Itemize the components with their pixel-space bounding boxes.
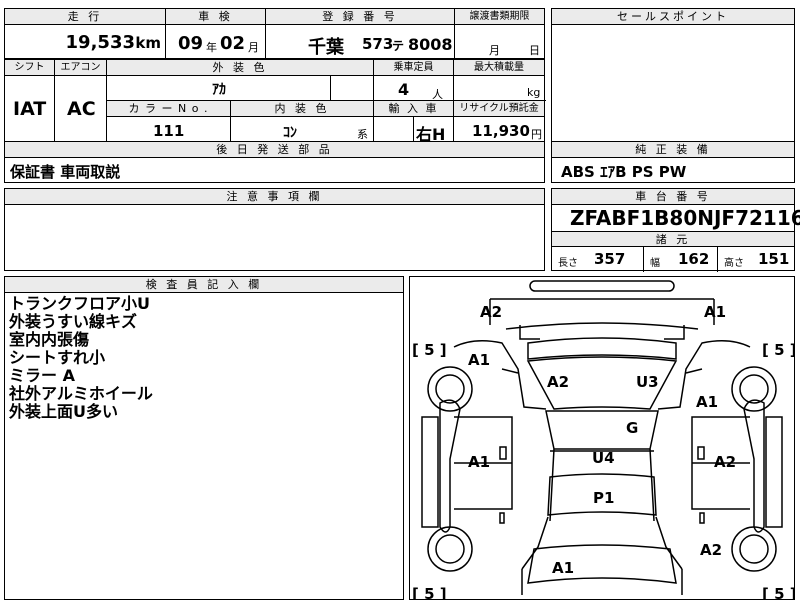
color-no-header: カ ラ ー N o . <box>107 101 231 117</box>
remark-line: トランクフロア小U <box>9 294 150 313</box>
mileage-cell: 走 行 19,533 km <box>4 8 166 59</box>
height-value: 151 <box>758 250 790 268</box>
mark-roof-mid: G <box>626 419 638 437</box>
capacity-header: 乗車定員 <box>374 60 454 76</box>
max-load-unit: kg <box>527 86 541 99</box>
transfer-deadline-header: 譲渡書類期限 <box>455 9 544 25</box>
sales-point-cell: セールスポイント <box>551 8 795 142</box>
notes-header: 注 意 事 項 欄 <box>5 189 544 205</box>
chassis-header: 車 台 番 号 <box>552 189 794 205</box>
shift-value: IAT <box>13 98 47 120</box>
inspector-remarks-cell: 検 査 員 記 入 欄 トランクフロア小U 外装うすい線キズ 室内内張傷 シート… <box>4 276 404 600</box>
registration-kana: テ <box>392 39 405 53</box>
inspection-header: 車 検 <box>166 9 265 25</box>
later-parts-value: 保証書 車両取説 <box>10 163 121 181</box>
remark-line: シートすれ小 <box>9 348 106 367</box>
registration-cell: 登 録 番 号 千葉 573 テ 8008 <box>265 8 455 59</box>
interior-color-header: 内 装 色 <box>231 101 373 117</box>
capacity-value: 4 <box>398 80 410 99</box>
mark-door-right: A2 <box>714 453 736 471</box>
later-parts-cell: 後 日 発 送 部 品 保証書 車両取説 <box>4 141 545 183</box>
remark-line: 室内内張傷 <box>9 330 90 349</box>
mark-windshield: A2 <box>547 373 569 391</box>
mark-roof-front: U3 <box>636 373 659 391</box>
remark-line: 社外アルミホイール <box>9 384 153 403</box>
sales-point-header: セールスポイント <box>552 9 794 25</box>
mark-fender-right: A1 <box>696 393 718 411</box>
equipment-header: 純 正 装 備 <box>552 142 794 158</box>
recycle-header: リサイクル預託金 <box>454 101 544 117</box>
mark-rear-glass: P1 <box>593 489 614 507</box>
width-value: 162 <box>678 250 710 268</box>
equipment-value: ABS ｴｱB PS PW <box>561 163 687 181</box>
mileage-unit: km <box>135 34 161 52</box>
mark-fender-left: A1 <box>468 351 490 369</box>
car-diagram-panel: A2 A1 [ 5 ] [ 5 ] A1 A2 U3 A1 G A1 U4 A2… <box>409 276 795 600</box>
mark-wheel-rl: [ 5 ] <box>412 585 447 599</box>
inspection-month-unit: 月 <box>248 41 259 54</box>
recycle-value: 11,930 <box>472 122 530 140</box>
specs-header: 諸 元 <box>552 231 794 247</box>
mark-front-left: A2 <box>480 303 502 321</box>
notes-cell: 注 意 事 項 欄 <box>4 188 545 271</box>
interior-color-value: ｺﾝ <box>283 125 297 141</box>
inspector-remarks-header: 検 査 員 記 入 欄 <box>5 277 403 293</box>
mark-wheel-rr: [ 5 ] <box>762 585 794 599</box>
mileage-header: 走 行 <box>5 9 165 25</box>
mark-roof: U4 <box>592 449 615 467</box>
registration-region: 千葉 <box>308 37 344 58</box>
length-label: 長さ <box>558 258 578 269</box>
remark-line: ミラー A <box>9 366 75 385</box>
mark-quarter-right: A2 <box>700 541 722 559</box>
color-no-value: 111 <box>153 122 185 140</box>
inspection-cell: 車 検 09 年 02 月 <box>165 8 266 59</box>
mark-rear: A1 <box>552 559 574 577</box>
car-diagram: A2 A1 [ 5 ] [ 5 ] A1 A2 U3 A1 G A1 U4 A2… <box>412 280 794 599</box>
registration-class: 573 <box>362 35 394 53</box>
max-load-header: 最大積載量 <box>454 60 544 76</box>
remark-line: 外装上面U多い <box>9 402 118 421</box>
mark-front-right: A1 <box>704 303 726 321</box>
equipment-cell: 純 正 装 備 ABS ｴｱB PS PW <box>551 141 795 183</box>
inspection-year: 09 <box>178 33 204 54</box>
later-parts-header: 後 日 発 送 部 品 <box>5 142 544 158</box>
chassis-number: ZFABF1B80NJF72116 <box>570 206 800 230</box>
inspection-year-unit: 年 <box>206 41 217 54</box>
vehicle-info-grid: シフト エアコン 外 装 色 乗車定員 最大積載量 IAT AC ｱｶ 4 人 … <box>4 59 546 144</box>
mark-door-left: A1 <box>468 453 490 471</box>
length-value: 357 <box>594 250 626 268</box>
aircon-value: AC <box>67 98 96 120</box>
height-label: 高さ <box>724 258 744 269</box>
import-header: 輸 入 車 <box>374 101 453 117</box>
remark-line: 外装うすい線キズ <box>9 312 138 331</box>
chassis-cell: 車 台 番 号 ZFABF1B80NJF72116 諸 元 長さ 357 幅 1… <box>551 188 800 272</box>
interior-color-suffix: 系 <box>357 128 368 141</box>
registration-header: 登 録 番 号 <box>266 9 454 25</box>
mark-wheel-fl: [ 5 ] <box>412 341 447 359</box>
transfer-deadline-cell: 譲渡書類期限 月 日 <box>454 8 545 59</box>
width-label: 幅 <box>650 258 660 269</box>
shift-header: シフト <box>5 60 55 76</box>
deadline-month-unit: 月 <box>489 44 500 57</box>
registration-number: 8008 <box>408 35 453 54</box>
exterior-color-value: ｱｶ <box>212 82 226 98</box>
mileage-value: 19,533 <box>65 32 135 53</box>
mark-wheel-fr: [ 5 ] <box>762 341 794 359</box>
deadline-day-unit: 日 <box>529 44 540 57</box>
exterior-color-header: 外 装 色 <box>107 60 374 76</box>
recycle-unit: 円 <box>531 128 542 141</box>
inspection-month: 02 <box>220 33 246 54</box>
aircon-header: エアコン <box>55 60 107 76</box>
